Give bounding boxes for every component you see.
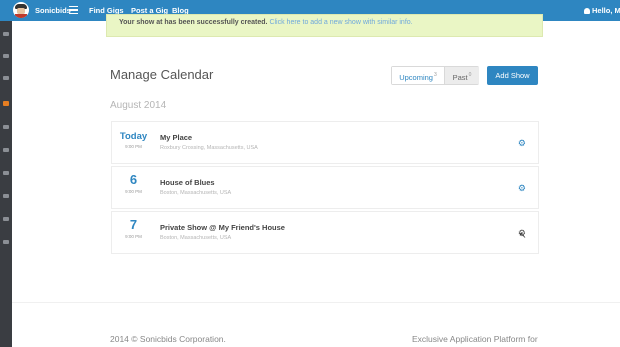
show-time: 9:00 PM <box>125 144 142 149</box>
sidebar-share-icon[interactable] <box>3 194 9 198</box>
show-location: Boston, Massachusetts, USA <box>160 235 232 241</box>
mouse-cursor-icon: ↖ <box>519 230 527 240</box>
tab-past-count: 0 <box>468 72 472 78</box>
tab-upcoming-label: Upcoming <box>399 73 433 82</box>
tab-past[interactable]: Past0 <box>444 67 479 84</box>
show-name[interactable]: Private Show @ My Friend's House <box>160 223 285 232</box>
calendar-tab-group: Upcoming3 Past0 <box>391 66 479 85</box>
show-time: 9:00 PM <box>125 189 142 194</box>
sidebar-link-icon[interactable] <box>3 217 9 221</box>
show-day: 6 <box>129 172 138 187</box>
sidebar-search-icon[interactable] <box>3 32 9 36</box>
success-alert: Your show at has been successfully creat… <box>106 14 543 37</box>
user-greeting: Hello, Mi <box>592 6 620 15</box>
sidebar-tools-icon[interactable] <box>3 76 9 80</box>
show-card[interactable]: 6 9:00 PM House of Blues Boston, Massach… <box>111 166 539 209</box>
tab-past-label: Past <box>452 73 468 82</box>
show-name[interactable]: My Place <box>160 133 192 142</box>
left-sidebar <box>0 21 12 347</box>
show-date: Today 9:00 PM <box>112 122 155 163</box>
show-day: Today <box>119 131 148 142</box>
month-heading: August 2014 <box>110 100 167 111</box>
footer-tagline: Exclusive Application Platform for <box>412 334 538 344</box>
sidebar-music-icon[interactable] <box>3 171 9 175</box>
gear-icon[interactable]: ⚙ <box>518 139 526 148</box>
show-location: Roxbury Crossing, Massachusetts, USA <box>160 145 258 151</box>
footer-divider <box>12 302 620 303</box>
show-date: 6 9:00 PM <box>112 167 155 208</box>
sidebar-stats-icon[interactable] <box>3 148 9 152</box>
sidebar-list-icon[interactable] <box>3 125 9 129</box>
gear-icon[interactable]: ⚙ <box>518 184 526 193</box>
sidebar-calendar-icon[interactable] <box>3 101 9 106</box>
alert-message: Your show at has been successfully creat… <box>119 19 268 26</box>
show-card[interactable]: 7 9:00 PM Private Show @ My Friend's Hou… <box>111 211 539 254</box>
footer-copyright: 2014 © Sonicbids Corporation. <box>110 334 226 344</box>
sidebar-edit-icon[interactable] <box>3 54 9 58</box>
sidebar-more-icon[interactable] <box>3 240 9 244</box>
show-card[interactable]: Today 9:00 PM My Place Roxbury Crossing,… <box>111 121 539 164</box>
show-day: 7 <box>129 217 138 232</box>
hamburger-menu-icon[interactable] <box>69 6 78 16</box>
show-name[interactable]: House of Blues <box>160 178 215 187</box>
page-title: Manage Calendar <box>110 67 214 82</box>
tab-upcoming[interactable]: Upcoming3 <box>392 67 444 84</box>
alert-link[interactable]: Click here to add a new show with simila… <box>269 19 412 26</box>
add-show-button[interactable]: Add Show <box>487 66 538 85</box>
show-date: 7 9:00 PM <box>112 212 155 253</box>
show-time: 9:00 PM <box>125 234 142 239</box>
user-icon <box>584 8 590 14</box>
tab-upcoming-count: 3 <box>433 72 437 78</box>
user-menu[interactable]: Hello, Mi <box>584 6 620 15</box>
show-location: Boston, Massachusetts, USA <box>160 190 232 196</box>
brand-name[interactable]: Sonicbids <box>35 6 71 15</box>
sonicbids-logo[interactable] <box>13 2 29 18</box>
